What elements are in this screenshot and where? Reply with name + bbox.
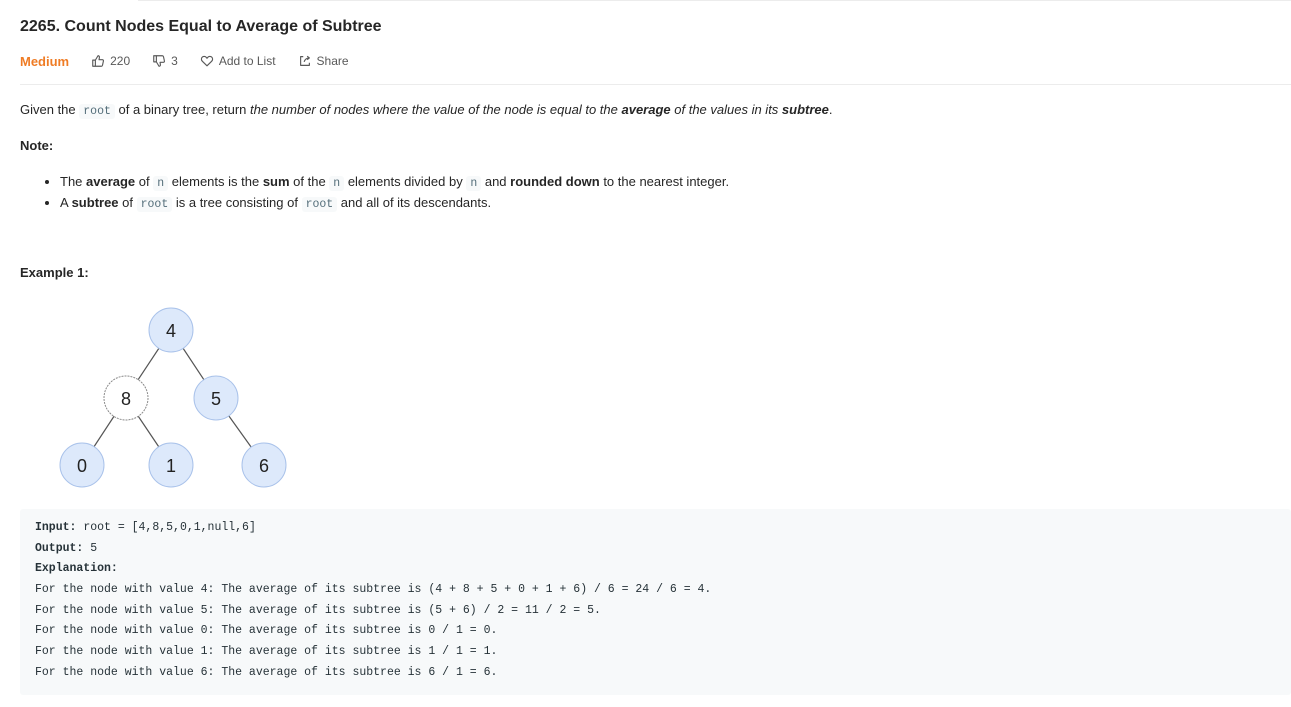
add-to-list-label: Add to List xyxy=(218,54,276,68)
tree-node: 8 xyxy=(103,375,149,421)
list-item: A subtree of root is a tree consisting o… xyxy=(60,194,729,215)
tree-node-label: 4 xyxy=(166,321,176,341)
tree-node: 1 xyxy=(148,442,194,488)
example-explanation-label: Explanation: xyxy=(35,562,118,576)
heart-icon xyxy=(200,55,214,67)
share-button[interactable]: Share xyxy=(298,54,349,68)
note-list: The average of n elements is the sum of … xyxy=(20,173,729,215)
explanation-line: For the node with value 6: The average o… xyxy=(35,665,498,679)
tree-node-label: 5 xyxy=(211,389,221,409)
tree-node: 6 xyxy=(241,442,287,488)
example-input-line: Input: root = [4,8,5,0,1,null,6] xyxy=(35,521,256,534)
desc-text: . xyxy=(828,102,833,117)
problem-title: 2265. Count Nodes Equal to Average of Su… xyxy=(20,18,382,35)
add-to-list-button[interactable]: Add to List xyxy=(200,54,276,68)
example-output-line: Output: 5 xyxy=(35,541,98,555)
thumbs-up-icon xyxy=(92,55,105,67)
example-heading: Example 1: xyxy=(20,265,89,280)
example-tree-diagram: 4 8 5 0 1 6 xyxy=(59,307,287,488)
dislike-count: 3 xyxy=(171,54,178,68)
desc-emphasis: the number of nodes where the value of t… xyxy=(250,102,829,117)
difficulty-badge: Medium xyxy=(20,53,70,69)
like-count: 220 xyxy=(110,54,131,68)
like-button[interactable]: 220 xyxy=(91,54,130,68)
dislike-button[interactable]: 3 xyxy=(152,54,178,68)
tree-node-label: 0 xyxy=(77,456,87,476)
tree-node: 4 xyxy=(148,307,194,353)
tree-node-label: 6 xyxy=(259,456,269,476)
desc-text: of a binary tree, return xyxy=(114,102,250,117)
note-heading: Note: xyxy=(20,138,54,153)
explanation-line: For the node with value 4: The average o… xyxy=(35,583,712,597)
desc-text: Given the xyxy=(20,102,80,117)
inline-code-root: root xyxy=(79,104,115,119)
problem-meta-bar: Medium 220 3 Add to List Share xyxy=(20,52,371,70)
share-icon xyxy=(299,55,310,66)
tree-node: 0 xyxy=(59,442,105,488)
explanation-line: For the node with value 1: The average o… xyxy=(35,645,498,659)
tree-node-label: 8 xyxy=(121,389,131,409)
header-divider xyxy=(20,84,1291,85)
tree-node-label: 1 xyxy=(166,456,176,476)
thumbs-down-icon xyxy=(153,55,166,67)
problem-description: Given the root of a binary tree, return … xyxy=(20,102,833,119)
list-item: The average of n elements is the sum of … xyxy=(60,173,729,194)
example-code-block: Input: root = [4,8,5,0,1,null,6] Output:… xyxy=(20,509,1291,695)
top-divider xyxy=(138,0,1291,1)
share-label: Share xyxy=(316,54,349,68)
explanation-line: For the node with value 5: The average o… xyxy=(35,603,601,617)
explanation-line: For the node with value 0: The average o… xyxy=(35,624,498,638)
tree-node: 5 xyxy=(193,375,239,421)
